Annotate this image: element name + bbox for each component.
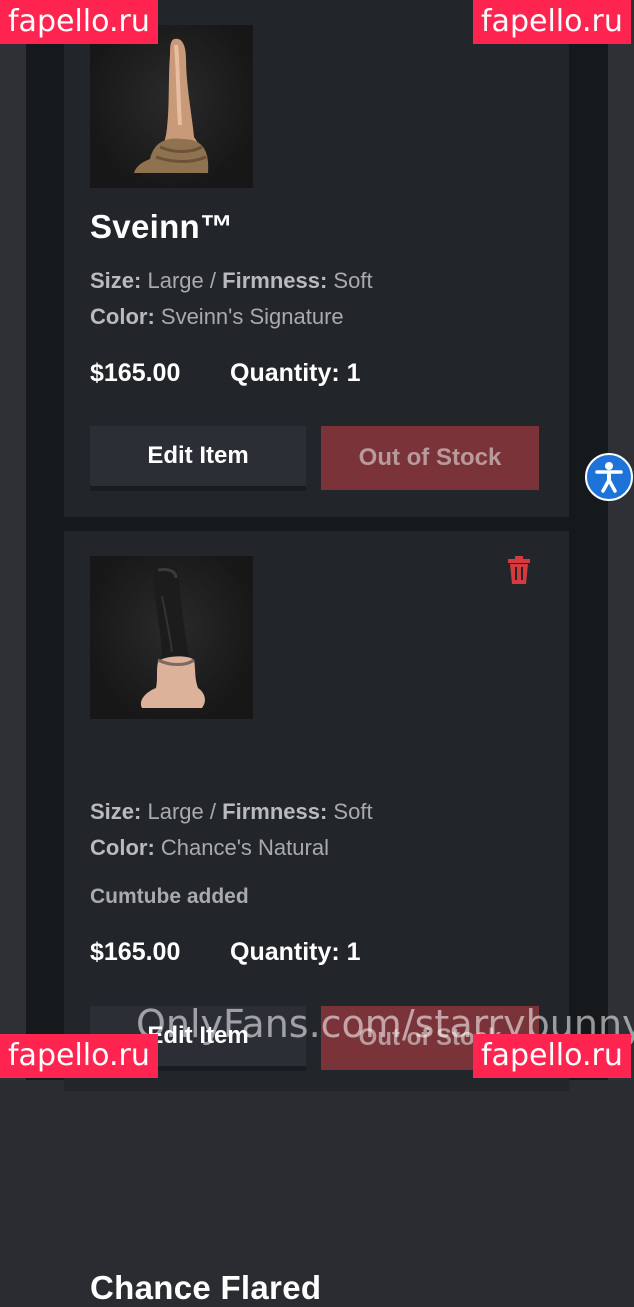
size-label: Size: [90, 799, 142, 824]
firmness-value: Soft [333, 268, 373, 293]
separator: / [209, 268, 217, 293]
color-value: Sveinn's Signature [160, 304, 344, 329]
color-line: Color: Sveinn's Signature [90, 304, 344, 330]
size-value: Large [147, 799, 204, 824]
accessibility-icon[interactable] [585, 453, 633, 501]
product-image[interactable] [90, 556, 253, 719]
product-title[interactable]: Sveinn™ [90, 208, 233, 246]
item-quantity: Quantity: 1 [230, 359, 361, 387]
size-value: Large [147, 268, 204, 293]
trash-icon[interactable] [506, 555, 532, 585]
product-title[interactable]: Chance Flared [90, 1269, 321, 1307]
addon-note: Cumtube added [90, 885, 249, 908]
watermark-bottom-left: fapello.ru [0, 1034, 158, 1078]
size-firmness-line: Size: Large / Firmness: Soft [90, 268, 373, 294]
product-image[interactable] [90, 25, 253, 188]
separator: / [209, 799, 217, 824]
out-of-stock-button[interactable]: Out of Stock [321, 426, 539, 490]
color-label: Color: [90, 304, 155, 329]
size-firmness-line: Size: Large / Firmness: Soft [90, 799, 373, 825]
right-gutter [608, 0, 634, 1080]
color-value: Chance's Natural [160, 835, 329, 860]
firmness-value: Soft [333, 799, 373, 824]
item-price: $165.00 [90, 938, 181, 966]
edit-item-button[interactable]: Edit Item [90, 426, 306, 486]
left-gutter [0, 0, 26, 1080]
firmness-label: Firmness: [222, 799, 328, 824]
color-label: Color: [90, 835, 155, 860]
item-quantity: Quantity: 1 [230, 938, 361, 966]
cart-item: Sveinn™ Size: Large / Firmness: Soft Col… [64, 0, 569, 517]
watermark-top-right: fapello.ru [473, 0, 631, 44]
color-line: Color: Chance's Natural [90, 835, 329, 861]
watermark-bottom-right: fapello.ru [473, 1034, 631, 1078]
firmness-label: Firmness: [222, 268, 328, 293]
size-label: Size: [90, 268, 142, 293]
watermark-top-left: fapello.ru [0, 0, 158, 44]
item-price: $165.00 [90, 359, 181, 387]
